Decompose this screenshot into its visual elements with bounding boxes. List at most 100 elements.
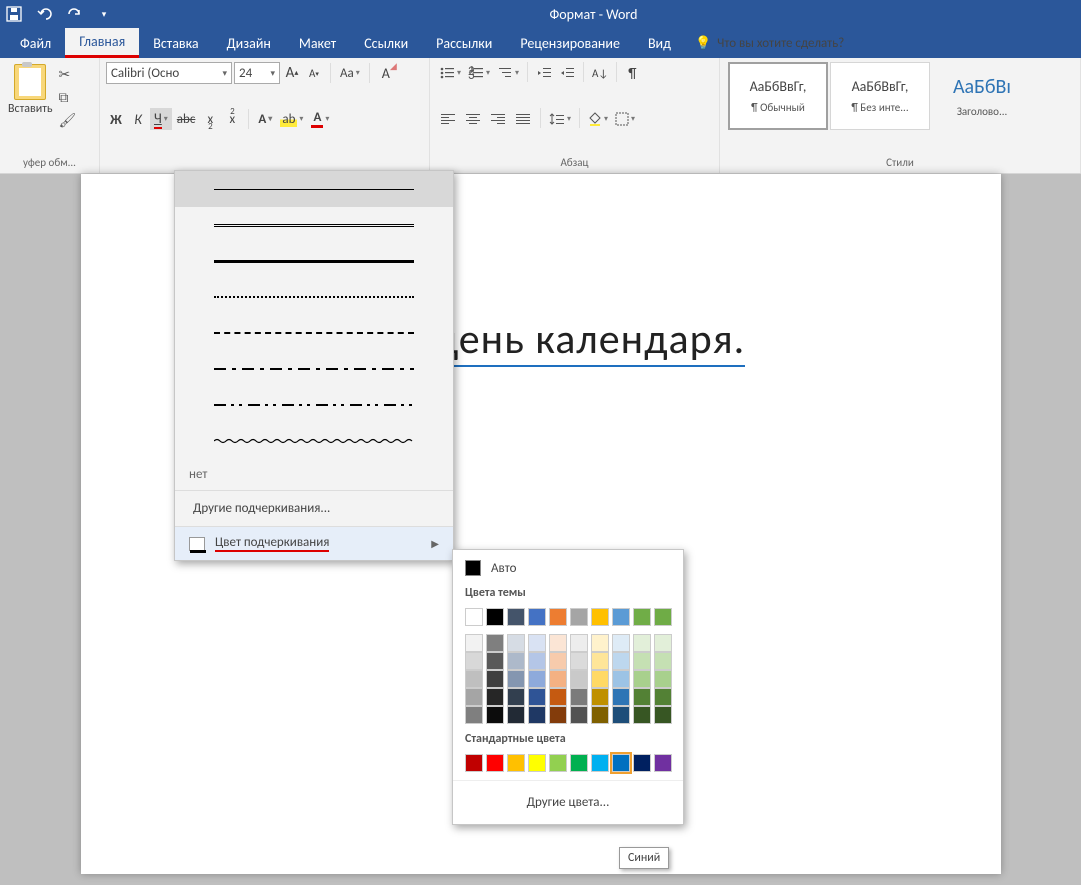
color-swatch[interactable] [549, 670, 567, 688]
color-swatch[interactable] [486, 688, 504, 706]
font-size-combo[interactable]: 24▾ [234, 62, 280, 84]
color-swatch[interactable] [654, 608, 672, 626]
undo-icon[interactable] [36, 6, 52, 22]
color-swatch[interactable] [612, 634, 630, 652]
color-swatch[interactable] [570, 608, 588, 626]
color-swatch[interactable] [633, 754, 651, 772]
color-swatch[interactable] [570, 688, 588, 706]
color-swatch[interactable] [549, 706, 567, 724]
tab-references[interactable]: Ссылки [350, 28, 422, 58]
numbering-button[interactable]: 123▾ [465, 62, 493, 84]
format-painter-icon[interactable]: 🖌 [59, 112, 77, 129]
color-swatch[interactable] [549, 688, 567, 706]
color-swatch[interactable] [591, 634, 609, 652]
color-swatch[interactable] [570, 670, 588, 688]
color-swatch[interactable] [528, 688, 546, 706]
color-swatch[interactable] [570, 652, 588, 670]
color-swatch[interactable] [465, 706, 483, 724]
multilevel-button[interactable]: ▾ [494, 62, 522, 84]
increase-indent-icon[interactable] [556, 62, 578, 84]
color-swatch[interactable] [612, 754, 630, 772]
font-name-combo[interactable]: Calibri (Осно▾ [106, 62, 232, 84]
color-swatch[interactable] [507, 754, 525, 772]
tab-layout[interactable]: Макет [285, 28, 350, 58]
tab-home[interactable]: Главная [65, 28, 139, 58]
color-swatch[interactable] [591, 652, 609, 670]
bold-button[interactable]: Ж [106, 108, 126, 130]
color-swatch[interactable] [633, 634, 651, 652]
underline-single[interactable] [175, 171, 453, 207]
color-swatch[interactable] [633, 652, 651, 670]
color-swatch[interactable] [633, 670, 651, 688]
clear-format-icon[interactable]: A◢ [376, 62, 396, 84]
color-swatch[interactable] [570, 754, 588, 772]
color-swatch[interactable] [654, 652, 672, 670]
color-swatch[interactable] [633, 706, 651, 724]
style-normal[interactable]: АаБбВвГг,¶ Обычный [728, 62, 828, 130]
color-swatch[interactable] [549, 634, 567, 652]
align-justify-icon[interactable] [511, 108, 535, 130]
color-swatch[interactable] [486, 652, 504, 670]
color-swatch[interactable] [591, 608, 609, 626]
color-swatch[interactable] [633, 608, 651, 626]
color-auto[interactable]: Авто [453, 556, 683, 580]
show-marks-icon[interactable]: ¶ [622, 62, 642, 84]
align-right-icon[interactable] [486, 108, 510, 130]
subscript-button[interactable]: x [200, 108, 220, 130]
color-swatch[interactable] [591, 670, 609, 688]
color-swatch[interactable] [654, 754, 672, 772]
underline-more[interactable]: Другие подчеркивания... [175, 491, 453, 526]
copy-icon[interactable]: ⧉ [59, 89, 77, 106]
underline-dash-dot[interactable] [175, 351, 453, 387]
tab-review[interactable]: Рецензирование [506, 28, 634, 58]
redo-icon[interactable] [66, 6, 82, 22]
color-swatch[interactable] [528, 652, 546, 670]
color-swatch[interactable] [465, 670, 483, 688]
underline-wave[interactable] [175, 423, 453, 459]
cut-icon[interactable]: ✂ [59, 66, 77, 83]
color-swatch[interactable] [528, 608, 546, 626]
italic-button[interactable]: К [128, 108, 148, 130]
color-swatch[interactable] [528, 706, 546, 724]
text-effects-button[interactable]: A▾ [255, 108, 275, 130]
underline-dashed[interactable] [175, 315, 453, 351]
color-swatch[interactable] [465, 688, 483, 706]
decrease-indent-icon[interactable] [533, 62, 555, 84]
color-swatch[interactable] [612, 608, 630, 626]
underline-dotted[interactable] [175, 279, 453, 315]
color-swatch[interactable] [465, 634, 483, 652]
style-no-spacing[interactable]: АаБбВвГг,¶ Без инте... [830, 62, 930, 130]
shading-button[interactable]: ▾ [585, 108, 611, 130]
borders-button[interactable]: ▾ [612, 108, 638, 130]
color-swatch[interactable] [486, 634, 504, 652]
bullets-button[interactable]: ▾ [436, 62, 464, 84]
underline-none[interactable]: нет [175, 459, 453, 490]
color-swatch[interactable] [528, 754, 546, 772]
color-swatch[interactable] [549, 754, 567, 772]
color-swatch[interactable] [612, 688, 630, 706]
align-left-icon[interactable] [436, 108, 460, 130]
color-swatch[interactable] [549, 652, 567, 670]
tell-me[interactable]: 💡Что вы хотите сделать? [685, 28, 854, 58]
underline-thick[interactable] [175, 243, 453, 279]
color-swatch[interactable] [570, 634, 588, 652]
align-center-icon[interactable] [461, 108, 485, 130]
color-swatch[interactable] [549, 608, 567, 626]
tab-file[interactable]: Файл [6, 28, 65, 58]
highlight-button[interactable]: ab▾ [277, 108, 306, 130]
color-swatch[interactable] [465, 652, 483, 670]
color-swatch[interactable] [465, 608, 483, 626]
color-swatch[interactable] [654, 670, 672, 688]
color-swatch[interactable] [591, 706, 609, 724]
color-swatch[interactable] [486, 706, 504, 724]
tab-mailings[interactable]: Рассылки [422, 28, 506, 58]
underline-double[interactable] [175, 207, 453, 243]
color-swatch[interactable] [528, 634, 546, 652]
color-swatch[interactable] [507, 652, 525, 670]
color-swatch[interactable] [507, 634, 525, 652]
color-swatch[interactable] [507, 688, 525, 706]
color-swatch[interactable] [654, 688, 672, 706]
underline-color-item[interactable]: Цвет подчеркивания ▶ [175, 526, 453, 560]
grow-font-icon[interactable]: A▴ [282, 62, 302, 84]
color-swatch[interactable] [486, 754, 504, 772]
